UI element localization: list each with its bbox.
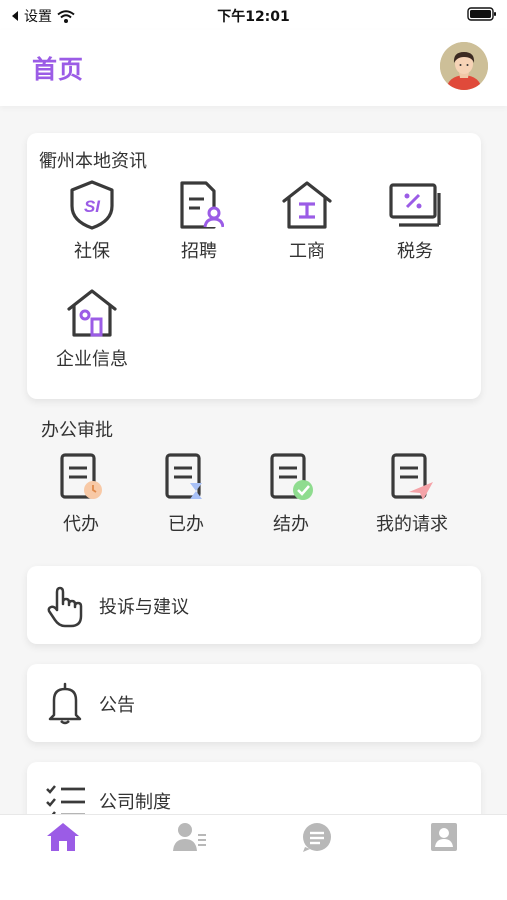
grid-label: 社保 (74, 241, 110, 262)
grid-item-tax[interactable]: 税务 (365, 179, 465, 263)
grid-item-done[interactable]: 已办 (136, 452, 236, 536)
grid-item-closed[interactable]: 结办 (241, 452, 341, 536)
grid-label: 代办 (63, 514, 99, 535)
hand-pointer-icon (47, 586, 83, 628)
done-document-icon (165, 453, 202, 499)
office-approval-title: 办公审批 (41, 420, 113, 441)
home-icon (47, 823, 79, 851)
tax-screen-icon (389, 183, 441, 227)
messages-icon (303, 823, 331, 852)
grid-item-social-security[interactable]: SI 社保 (42, 179, 142, 263)
todo-document-icon (60, 453, 102, 499)
contacts-icon (173, 823, 206, 851)
grid-label: 已办 (168, 514, 204, 535)
policy-label: 公司制度 (99, 792, 171, 813)
battery-icon (467, 7, 497, 25)
local-news-title: 衢州本地资讯 (39, 151, 147, 172)
notice-label: 公告 (99, 695, 135, 716)
tab-home[interactable] (45, 821, 85, 861)
social-security-shield-icon: SI (70, 180, 114, 230)
profile-icon (431, 823, 457, 851)
page-title: 首页 (32, 55, 85, 84)
page-header: 首页 (0, 30, 507, 106)
grid-item-my-request[interactable]: 我的请求 (362, 452, 462, 536)
tab-messages[interactable] (299, 821, 339, 861)
grid-item-business[interactable]: 工商 (257, 179, 357, 263)
bell-icon (48, 682, 82, 725)
grid-label: 工商 (289, 241, 325, 262)
complaint-label: 投诉与建议 (99, 597, 189, 618)
grid-label: 招聘 (181, 241, 217, 262)
recruitment-document-icon (180, 181, 224, 229)
grid-label: 税务 (397, 241, 433, 262)
my-request-document-icon (391, 453, 433, 500)
local-news-card: 衢州本地资讯 SI 社保 招聘 工商 税务 企业信息 (27, 133, 481, 399)
grid-label: 结办 (273, 514, 309, 535)
grid-item-todo[interactable]: 代办 (31, 452, 131, 536)
grid-label: 企业信息 (56, 349, 128, 370)
business-house-icon (282, 181, 332, 229)
notice-row[interactable]: 公告 (27, 664, 481, 742)
svg-text:SI: SI (84, 197, 101, 216)
complaint-row[interactable]: 投诉与建议 (27, 566, 481, 644)
tab-contacts[interactable] (172, 821, 212, 861)
grid-item-company-info[interactable]: 企业信息 (42, 287, 142, 371)
status-bar: 设置 下午12:01 (0, 0, 507, 30)
user-avatar-icon (440, 42, 488, 90)
company-info-house-icon (67, 289, 117, 337)
tab-profile[interactable] (426, 821, 466, 861)
grid-label: 我的请求 (376, 514, 448, 535)
tab-bar (0, 814, 507, 900)
avatar[interactable] (440, 42, 488, 90)
status-time: 下午12:01 (217, 9, 290, 25)
grid-item-recruitment[interactable]: 招聘 (149, 179, 249, 263)
closed-document-icon (270, 453, 313, 500)
